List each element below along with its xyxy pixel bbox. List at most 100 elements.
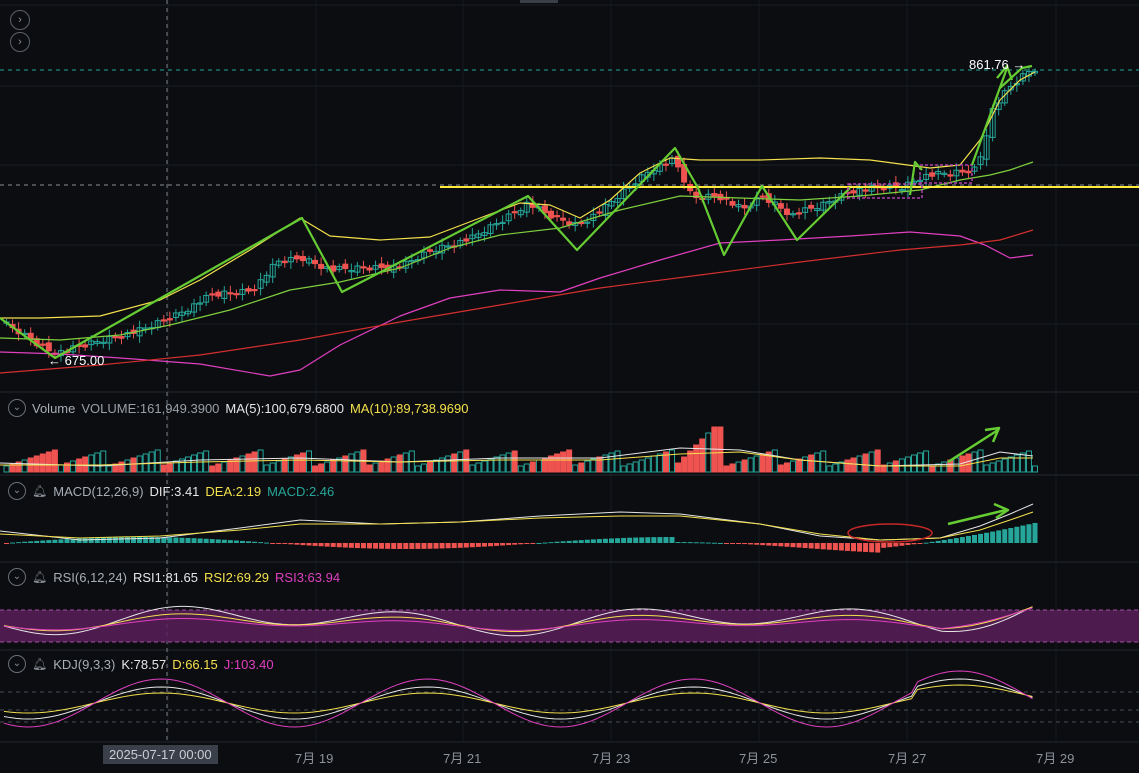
collapse-icon[interactable]: ⌄: [8, 655, 26, 673]
annotation-zigzag: [0, 146, 851, 360]
volume-bar: [790, 460, 796, 473]
volume-bar: [656, 453, 663, 473]
macd-histogram-bar: [838, 543, 844, 551]
bell-icon[interactable]: 🔔︎: [32, 570, 47, 584]
macd-histogram-bar: [451, 543, 457, 549]
volume-bar: [862, 453, 869, 473]
macd-histogram-bar: [197, 538, 203, 543]
macd-histogram-bar: [100, 537, 106, 543]
volume-bar: [100, 450, 107, 473]
bell-icon[interactable]: 🔔︎: [32, 657, 47, 671]
macd-histogram-bar: [1020, 525, 1026, 543]
collapse-icon[interactable]: ⌄: [8, 399, 26, 417]
macd-histogram-bar: [415, 543, 421, 549]
volume-bar: [941, 461, 948, 473]
volume-bar: [281, 458, 288, 473]
macd-histogram-bar: [88, 537, 94, 543]
macd-histogram-bar: [627, 537, 633, 543]
macd-histogram-bar: [348, 543, 354, 548]
macd-histogram-bar: [312, 543, 318, 546]
candle: [118, 336, 125, 339]
macd-dif-line: [0, 503, 1034, 541]
macd-histogram-bar: [118, 537, 124, 543]
candle: [251, 289, 258, 292]
expand-button-2[interactable]: ›: [10, 32, 30, 52]
volume-bar: [814, 452, 821, 473]
volume-bar: [783, 462, 790, 473]
volume-bar: [372, 462, 379, 473]
volume-bar: [469, 464, 476, 473]
volume-bar: [675, 462, 682, 473]
candle: [312, 259, 319, 265]
volume-bar: [269, 462, 276, 473]
macd-histogram-bar: [385, 543, 391, 549]
volume-bar: [402, 452, 409, 473]
macd-histogram-bar: [125, 537, 130, 543]
macd-histogram-bar: [621, 537, 627, 543]
volume-bar: [572, 464, 579, 473]
volume-bar: [953, 457, 960, 473]
macd-histogram-bar: [421, 543, 427, 549]
volume-bar: [451, 453, 458, 473]
macd-histogram-bar: [324, 543, 330, 547]
macd-histogram-bar: [542, 542, 548, 544]
volume-bar: [578, 462, 585, 473]
collapse-icon[interactable]: ⌄: [8, 482, 26, 500]
x-tick-label: 7月 21: [443, 751, 482, 766]
candle: [342, 263, 349, 270]
macd-histogram-bar: [929, 541, 935, 543]
macd-histogram-bar: [602, 538, 608, 543]
candle: [82, 344, 89, 348]
macd-histogram-bar: [633, 537, 639, 543]
candle: [281, 260, 288, 264]
macd-histogram-bar: [826, 543, 832, 550]
macd-histogram-bar: [736, 543, 742, 544]
macd-histogram-bar: [536, 542, 542, 544]
volume-bar: [517, 465, 524, 473]
volume-bar: [741, 459, 748, 473]
macd-histogram-bar: [106, 537, 112, 543]
volume-bar: [620, 465, 627, 473]
x-tick-label: 7月 23: [592, 751, 631, 766]
volume-bar: [378, 460, 385, 473]
volume-bar: [505, 452, 512, 473]
volume-bar: [868, 451, 875, 473]
volume-bar: [759, 453, 766, 473]
volume-bar: [699, 438, 706, 473]
candle: [729, 201, 736, 206]
macd-histogram-bar: [996, 530, 1002, 543]
candle: [166, 318, 173, 321]
kdj-j-line: [3, 670, 1033, 728]
macd-histogram-bar: [252, 541, 258, 543]
volume-bar: [983, 464, 990, 473]
volume-bar: [263, 464, 270, 473]
macd-histogram-bar: [1032, 522, 1038, 543]
expand-button-1[interactable]: ›: [10, 10, 30, 30]
macd-histogram-bar: [330, 543, 336, 547]
macd-histogram-bar: [578, 540, 584, 543]
candle: [929, 172, 936, 177]
candle: [965, 170, 972, 174]
macd-histogram-bar: [723, 543, 729, 544]
macd-histogram-bar: [554, 541, 560, 543]
volume-bar: [191, 454, 198, 473]
volume-bar: [221, 461, 228, 473]
macd-histogram-bar: [137, 537, 143, 543]
volume-bar: [354, 451, 361, 473]
volume-bar: [935, 463, 942, 473]
macd-histogram-bar: [663, 537, 669, 543]
macd-histogram-bar: [887, 543, 893, 548]
macd-histogram-bar: [264, 542, 270, 544]
candle: [959, 169, 966, 173]
rsi-legend: ⌄ 🔔︎ RSI(6,12,24) RSI1:81.65 RSI2:69.29 …: [8, 568, 340, 586]
volume-bar: [911, 454, 917, 473]
macd-histogram-bar: [28, 541, 34, 543]
macd-histogram-bar: [790, 543, 796, 548]
collapse-icon[interactable]: ⌄: [8, 568, 26, 586]
candle: [45, 342, 52, 352]
macd-histogram-bar: [953, 538, 959, 543]
bell-icon[interactable]: 🔔︎: [32, 484, 47, 498]
volume-bar: [638, 459, 645, 473]
macd-histogram-bar: [52, 539, 58, 543]
volume-bar: [1025, 450, 1032, 473]
